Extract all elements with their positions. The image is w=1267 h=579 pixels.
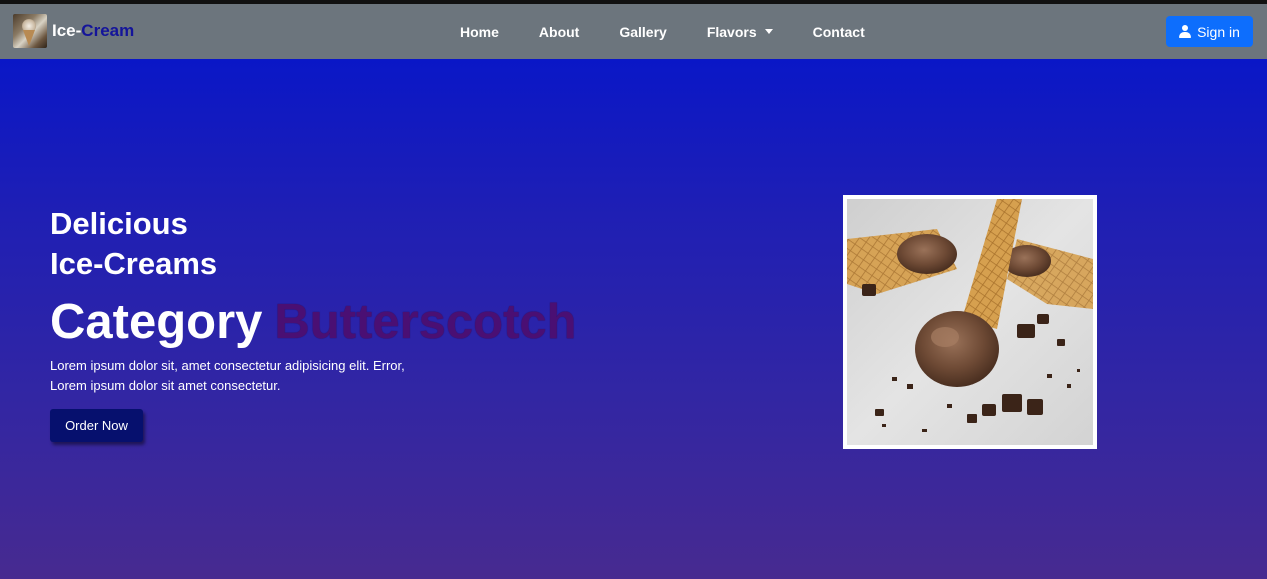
hero-heading-line1: Delicious	[50, 206, 188, 241]
sign-in-button[interactable]: Sign in	[1166, 16, 1253, 47]
hero-section: Delicious Ice-Creams Category Butterscotc…	[0, 59, 1267, 579]
nav-link-about-label: About	[538, 23, 580, 40]
nav-link-flavors-label: Flavors	[706, 23, 757, 40]
brand-logo	[13, 14, 47, 48]
nav-link-contact-label: Contact	[812, 23, 865, 40]
nav-link-about[interactable]: About	[539, 24, 579, 40]
nav-link-home[interactable]: Home	[460, 24, 499, 40]
hero-heading-line2: Ice-Creams	[50, 246, 218, 281]
brand-name-part2: Cream	[81, 21, 135, 40]
category-word: Category	[50, 295, 263, 349]
nav-link-home-label: Home	[460, 23, 499, 40]
brand-name: Ice-Cream	[52, 14, 134, 48]
brand-name-part1: Ice-	[52, 21, 82, 40]
brand[interactable]: Ice-Cream	[13, 14, 134, 48]
ice-cream-photo-frame	[843, 195, 1097, 449]
sign-in-label: Sign in	[1197, 23, 1240, 40]
nav-dropdown-flavors[interactable]: Flavors	[707, 24, 773, 40]
nav-link-gallery[interactable]: Gallery	[619, 24, 666, 40]
caret-down-icon	[764, 29, 773, 34]
nav-link-gallery-label: Gallery	[619, 23, 667, 40]
person-icon	[1179, 25, 1192, 38]
order-now-button[interactable]: Order Now	[50, 409, 143, 442]
nav-links: Home About Gallery Flavors Contact	[460, 4, 905, 59]
hero-category-heading: Category Butterscotch	[50, 293, 577, 351]
nav-link-contact[interactable]: Contact	[813, 24, 865, 40]
hero-description: Lorem ipsum dolor sit, amet consectetur …	[50, 358, 405, 393]
ice-cream-cone-image	[847, 199, 1093, 445]
category-flavor: Butterscotch	[274, 295, 577, 349]
